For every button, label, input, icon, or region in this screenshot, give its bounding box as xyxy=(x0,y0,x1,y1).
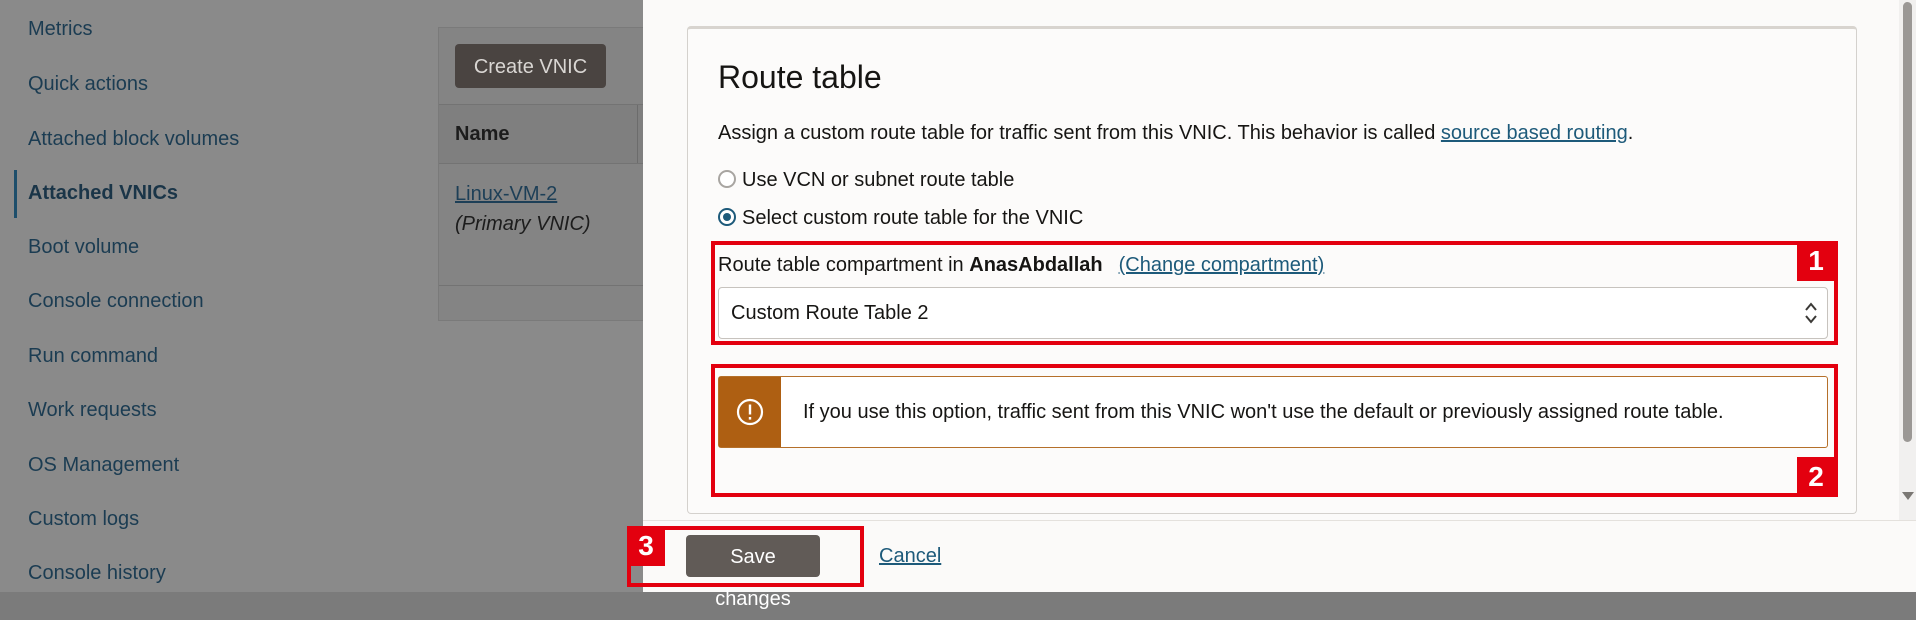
sidebar-item-work-requests[interactable]: Work requests xyxy=(28,395,157,425)
section-title: Route table xyxy=(718,59,882,95)
cancel-link[interactable]: Cancel xyxy=(879,545,941,568)
radio-checked-icon[interactable] xyxy=(718,207,736,226)
sidebar-item-console-connection[interactable]: Console connection xyxy=(28,286,204,316)
sidebar-item-attached-vnics[interactable]: Attached VNICs xyxy=(28,178,178,208)
highlight-box-1 xyxy=(711,241,1838,345)
primary-vnic-note: (Primary VNIC) xyxy=(455,213,591,235)
sidebar-item-metrics[interactable]: Metrics xyxy=(28,14,92,44)
table-row: Linux-VM-2 (Primary VNIC) xyxy=(439,163,643,286)
sidebar-item-os-management[interactable]: OS Management xyxy=(28,450,179,480)
sidebar-item-quick-actions[interactable]: Quick actions xyxy=(28,69,148,99)
radio-label: Use VCN or subnet route table xyxy=(742,169,1015,191)
active-indicator xyxy=(14,170,17,218)
highlight-label-1: 1 xyxy=(1797,241,1835,281)
source-based-routing-link[interactable]: source based routing xyxy=(1441,122,1628,144)
create-vnic-button[interactable]: Create VNIC xyxy=(455,44,606,88)
highlight-label-2: 2 xyxy=(1797,457,1835,497)
column-divider xyxy=(637,105,638,163)
resources-sidebar: Metrics Quick actions Attached block vol… xyxy=(0,0,420,592)
sidebar-item-custom-logs[interactable]: Custom logs xyxy=(28,504,139,534)
sidebar-item-run-command[interactable]: Run command xyxy=(28,341,158,371)
sidebar-item-boot-volume[interactable]: Boot volume xyxy=(28,232,139,262)
page-background: Metrics Quick actions Attached block vol… xyxy=(0,0,643,592)
radio-option-vcn-subnet[interactable]: Use VCN or subnet route table xyxy=(718,167,1014,193)
vnic-name-link[interactable]: Linux-VM-2 xyxy=(455,183,557,206)
vertical-scrollbar[interactable] xyxy=(1899,0,1916,520)
column-header-name[interactable]: Name xyxy=(455,105,509,163)
description-text: Assign a custom route table for traffic … xyxy=(718,122,1441,144)
radio-unchecked-icon[interactable] xyxy=(718,169,736,188)
highlight-box-2 xyxy=(711,364,1838,497)
sidebar-item-console-history[interactable]: Console history xyxy=(28,558,166,588)
scrollbar-thumb[interactable] xyxy=(1903,2,1912,442)
route-table-description: Assign a custom route table for traffic … xyxy=(718,122,1633,145)
vnic-table-header: Name xyxy=(439,104,643,164)
scroll-down-arrow-icon[interactable] xyxy=(1902,492,1914,500)
description-suffix: . xyxy=(1627,122,1634,144)
radio-option-custom-route-table[interactable]: Select custom route table for the VNIC xyxy=(718,205,1083,231)
footer-divider xyxy=(643,520,1916,521)
attached-vnics-panel: Create VNIC Name Linux-VM-2 (Primary VNI… xyxy=(438,27,643,321)
radio-label: Select custom route table for the VNIC xyxy=(742,207,1084,229)
highlight-label-3: 3 xyxy=(627,526,665,566)
sidebar-item-attached-block-volumes[interactable]: Attached block volumes xyxy=(28,124,239,154)
